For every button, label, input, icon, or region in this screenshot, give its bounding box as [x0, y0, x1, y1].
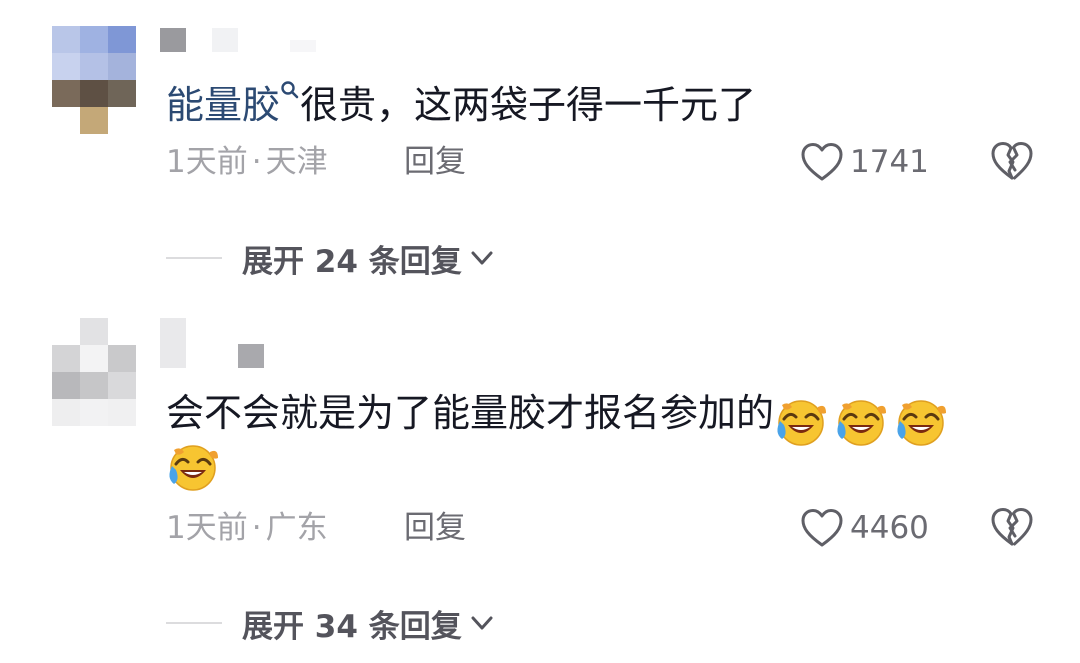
username[interactable]	[160, 318, 264, 368]
comment-body: 很贵，这两袋子得一千元了	[300, 83, 757, 127]
chevron-down-icon	[471, 616, 493, 630]
laughing-crying-emoji	[777, 399, 827, 446]
comment-meta: 1天前 · 广东 回复	[166, 506, 466, 550]
comment-time: 1天前	[166, 144, 248, 180]
like-count: 1741	[850, 144, 929, 180]
expand-replies-label: 展开 34 条回复	[242, 608, 462, 645]
meta-separator: ·	[251, 144, 262, 180]
search-icon[interactable]	[280, 76, 300, 112]
laughing-crying-emoji	[169, 445, 218, 491]
comment-item: 能量胶 很贵，这两袋子得一千元了 1天前 · 天津 回复 1741 展开 24 条回复	[0, 0, 1080, 300]
broken-heart-icon	[991, 508, 1033, 546]
comment-location: 广东	[265, 510, 328, 546]
keyword-search-link[interactable]: 能量胶	[166, 83, 280, 127]
emoji-group	[774, 390, 954, 448]
expand-replies-label: 展开 24 条回复	[242, 243, 462, 280]
comment-location: 天津	[265, 144, 328, 180]
like-count: 4460	[850, 510, 929, 546]
expand-divider	[166, 257, 222, 259]
dislike-button[interactable]	[990, 506, 1034, 550]
like-button[interactable]: 4460	[800, 506, 929, 550]
heart-outline-icon	[801, 143, 843, 181]
comment-text: 会不会就是为了能量胶才报名参加的	[166, 384, 954, 448]
heart-outline-icon	[801, 509, 843, 547]
meta-separator: ·	[251, 510, 262, 546]
expand-replies-button[interactable]: 展开 24 条回复	[166, 236, 496, 280]
username[interactable]	[160, 28, 316, 52]
comment-time: 1天前	[166, 510, 248, 546]
comment-text: 能量胶 很贵，这两袋子得一千元了	[166, 76, 756, 134]
comment-meta: 1天前 · 天津 回复	[166, 140, 466, 184]
reply-button[interactable]: 回复	[404, 140, 466, 184]
like-button[interactable]: 1741	[800, 140, 929, 184]
laughing-crying-emoji	[837, 399, 887, 446]
expand-divider	[166, 622, 222, 624]
broken-heart-icon	[991, 142, 1033, 180]
comment-item: 会不会就是为了能量胶才报名参加的 1天前 · 广东 回复 4460 展开 34 条回…	[0, 310, 1080, 663]
avatar[interactable]	[52, 26, 136, 134]
laughing-crying-emoji	[897, 399, 947, 446]
expand-replies-button[interactable]: 展开 34 条回复	[166, 601, 496, 645]
reply-button[interactable]: 回复	[404, 506, 466, 550]
chevron-down-icon	[471, 251, 493, 265]
emoji-line	[166, 442, 226, 492]
comment-body: 会不会就是为了能量胶才报名参加的	[166, 391, 775, 435]
dislike-button[interactable]	[990, 140, 1034, 184]
avatar[interactable]	[52, 318, 136, 426]
